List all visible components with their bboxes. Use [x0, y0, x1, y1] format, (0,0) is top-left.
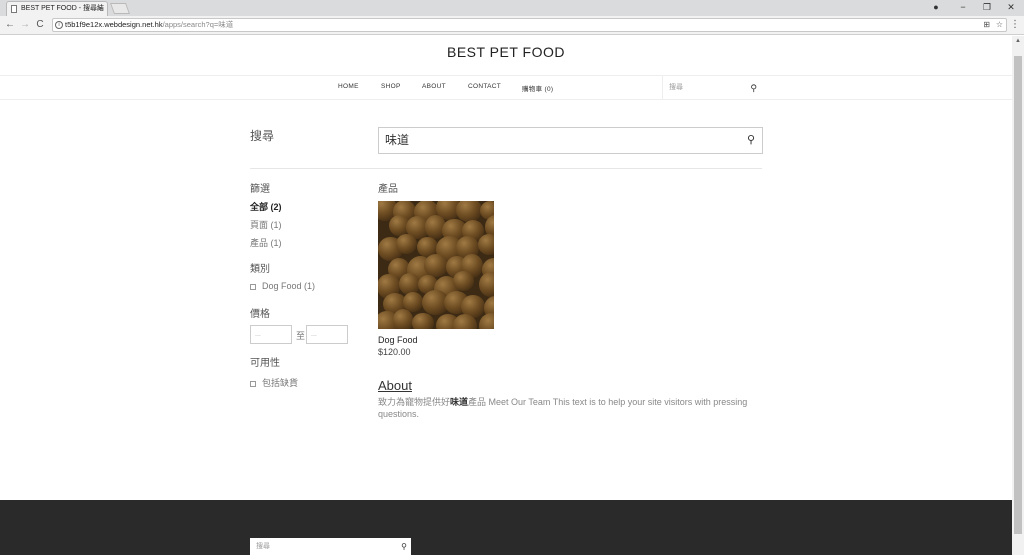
footer: 搜尋 ⚲	[0, 500, 1012, 555]
reload-button[interactable]: C	[33, 18, 47, 32]
browser-menu-icon[interactable]: ⋮	[1008, 18, 1022, 32]
search-heading: 搜尋	[250, 129, 275, 143]
availability-label: 包括缺貨	[262, 378, 299, 388]
url-host: t5b1f9e12x.webdesign.net.hk	[65, 20, 163, 29]
bookmark-star-icon[interactable]: ☆	[996, 19, 1003, 31]
nav-home[interactable]: HOME	[338, 83, 359, 90]
footer-search-input[interactable]: 搜尋 ⚲	[250, 538, 411, 555]
search-query: 味道	[385, 133, 410, 147]
filter-all[interactable]: 全部 (2)	[250, 200, 282, 213]
close-window-button[interactable]: ✕	[998, 0, 1024, 16]
search-icon[interactable]: ⚲	[747, 128, 755, 153]
price-min-input[interactable]: ...	[250, 325, 292, 344]
browser-tab[interactable]: BEST PET FOOD - 搜尋結 ×	[6, 1, 108, 16]
snippet-match: 味道	[450, 397, 469, 407]
kibble-texture	[392, 309, 414, 329]
checkbox[interactable]	[250, 283, 256, 290]
browser-tabbar: BEST PET FOOD - 搜尋結 × ● − ❐ ✕	[0, 0, 1024, 16]
price-to-label: 至	[296, 331, 306, 341]
product-name[interactable]: Dog Food	[378, 335, 418, 345]
new-tab-button[interactable]	[109, 3, 131, 14]
kibble-texture	[452, 314, 478, 329]
search-input[interactable]: 味道 ⚲	[378, 127, 763, 154]
restore-button[interactable]: ❐	[974, 0, 1000, 16]
kibble-texture	[395, 233, 417, 254]
info-icon[interactable]: i	[55, 21, 63, 29]
availability-include-out-of-stock[interactable]: 包括缺貨	[250, 376, 298, 389]
kibble-texture	[478, 271, 494, 298]
scrollbar-thumb[interactable]	[1014, 56, 1022, 534]
kibble-texture	[423, 254, 448, 277]
search-icon[interactable]: ⚲	[401, 538, 407, 555]
filter-products[interactable]: 產品 (1)	[250, 236, 282, 249]
nav-search-placeholder: 搜尋	[669, 84, 683, 91]
nav-cart[interactable]: 購物車 (0)	[522, 83, 553, 93]
results-heading: 產品	[378, 184, 398, 195]
translate-icon[interactable]: ⊞	[983, 19, 990, 31]
page-result-title[interactable]: About	[378, 378, 412, 393]
footer-search-placeholder: 搜尋	[256, 543, 270, 550]
page-viewport: BEST PET FOOD HOME SHOP ABOUT CONTACT 購物…	[0, 36, 1012, 555]
scrollbar[interactable]: ▲	[1012, 36, 1024, 555]
nav-about[interactable]: ABOUT	[422, 83, 446, 90]
scroll-up-icon[interactable]: ▲	[1015, 38, 1021, 44]
category-heading: 類別	[250, 264, 270, 275]
nav-shop[interactable]: SHOP	[381, 83, 401, 90]
minimize-button[interactable]: −	[950, 0, 976, 16]
price-max-input[interactable]: ...	[306, 325, 348, 344]
filter-heading: 篩選	[250, 184, 270, 195]
kibble-texture	[456, 201, 482, 222]
page-result-snippet: 致力為寵物提供好味道產品 Meet Our Team This text is …	[378, 396, 763, 420]
nav-search-input[interactable]: 搜尋 ⚲	[662, 76, 762, 100]
category-label: Dog Food (1)	[262, 281, 316, 291]
browser-toolbar: ← → C i t5b1f9e12x.webdesign.net.hk/apps…	[0, 16, 1024, 35]
site-title[interactable]: BEST PET FOOD	[0, 44, 1012, 60]
search-icon[interactable]: ⚲	[750, 76, 757, 100]
back-button[interactable]: ←	[3, 18, 17, 32]
kibble-texture	[477, 233, 494, 255]
forward-button[interactable]: →	[18, 18, 32, 32]
tab-close-icon[interactable]: ×	[98, 2, 103, 16]
price-heading: 價格	[250, 309, 270, 320]
product-price: $120.00	[378, 347, 411, 357]
category-dog-food[interactable]: Dog Food (1)	[250, 281, 315, 291]
filter-pages[interactable]: 頁面 (1)	[250, 218, 282, 231]
document-icon	[11, 5, 17, 13]
availability-heading: 可用性	[250, 358, 280, 369]
divider	[250, 168, 762, 169]
product-image[interactable]	[378, 201, 494, 329]
account-icon[interactable]: ●	[923, 0, 949, 16]
kibble-texture	[452, 271, 474, 291]
kibble-texture	[479, 313, 494, 329]
main-navbar: HOME SHOP ABOUT CONTACT 購物車 (0) 搜尋 ⚲	[0, 75, 1012, 100]
snippet-pre: 致力為寵物提供好	[378, 397, 451, 407]
nav-contact[interactable]: CONTACT	[468, 83, 501, 90]
url-path: /apps/search?q=味道	[162, 20, 234, 29]
checkbox[interactable]	[250, 380, 256, 387]
tab-title: BEST PET FOOD - 搜尋結	[21, 5, 104, 12]
kibble-texture	[412, 312, 434, 329]
address-bar[interactable]: i t5b1f9e12x.webdesign.net.hk/apps/searc…	[52, 18, 1007, 32]
